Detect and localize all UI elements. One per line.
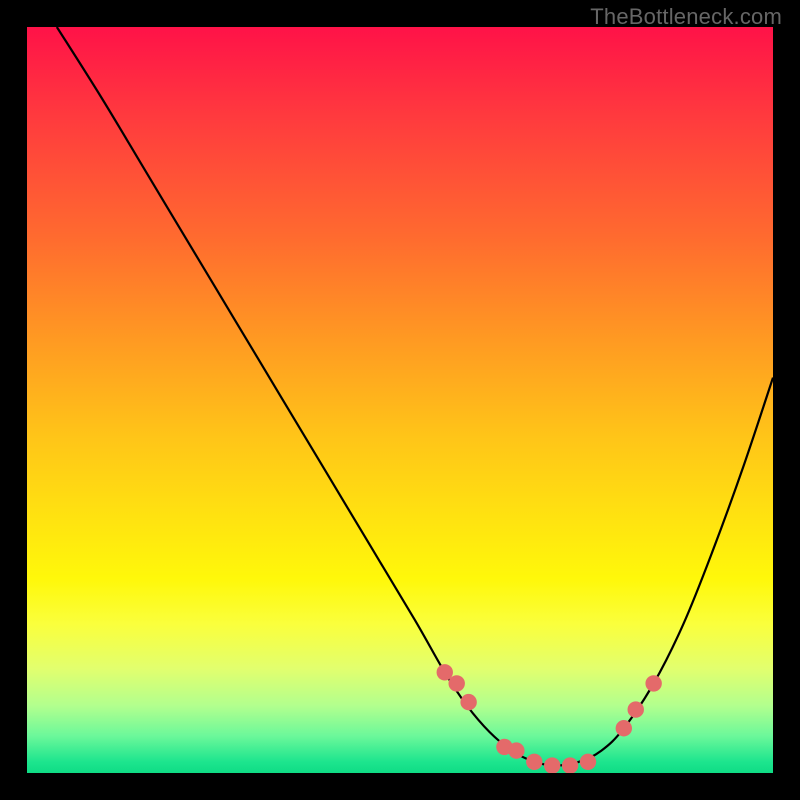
marker-point bbox=[437, 664, 453, 680]
marker-point bbox=[628, 701, 644, 717]
chart-svg bbox=[27, 27, 773, 773]
chart-plot-area bbox=[27, 27, 773, 773]
marker-point bbox=[526, 754, 542, 770]
marker-point bbox=[449, 675, 465, 691]
marker-point bbox=[544, 757, 560, 773]
marker-point bbox=[645, 675, 661, 691]
marker-point bbox=[580, 754, 596, 770]
watermark-text: TheBottleneck.com bbox=[590, 4, 782, 30]
marker-point bbox=[460, 694, 476, 710]
marker-point bbox=[562, 757, 578, 773]
marker-point bbox=[616, 720, 632, 736]
marker-point bbox=[508, 742, 524, 758]
chart-background bbox=[27, 27, 773, 773]
